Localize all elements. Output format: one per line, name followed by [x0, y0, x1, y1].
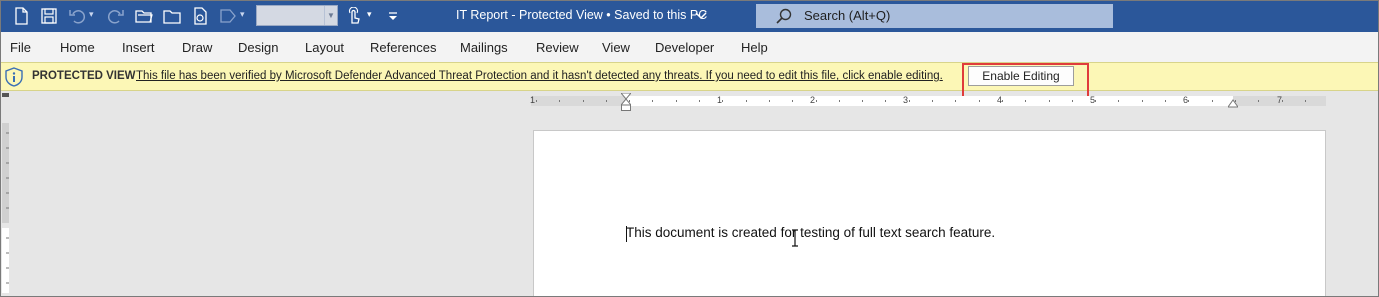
highlight-box	[962, 63, 1089, 98]
ruler-tick	[606, 100, 607, 102]
title-chevron-icon[interactable]	[695, 11, 707, 21]
indent-marker-icon[interactable]	[621, 93, 631, 111]
ruler-tick	[792, 100, 793, 102]
ruler-tick	[1142, 100, 1143, 102]
ruler-tick	[1305, 100, 1306, 102]
ruler-tick	[885, 100, 886, 102]
redo-icon[interactable]	[107, 7, 125, 25]
tab-draw[interactable]: Draw	[182, 40, 212, 55]
ruler-tick	[769, 100, 770, 102]
chevron-down-icon[interactable]: ▼	[324, 6, 337, 25]
ruler-tick	[746, 100, 747, 102]
search-icon	[776, 8, 792, 24]
ruler-tick	[1002, 100, 1003, 102]
protected-view-message[interactable]: This file has been verified by Microsoft…	[136, 70, 943, 82]
ruler-tick	[1165, 100, 1166, 102]
ruler-tick	[1049, 100, 1050, 102]
ruler-tick	[979, 100, 980, 102]
title-bar: ▾ ▾ ▼ ▾ IT Report - Protected View • Sav…	[1, 1, 1378, 32]
ruler-tick	[1072, 100, 1073, 102]
send-icon[interactable]	[219, 7, 237, 25]
ruler-tick	[1212, 100, 1213, 102]
send-dropdown-icon[interactable]: ▾	[240, 9, 245, 20]
ruler-tick	[1025, 100, 1026, 102]
ruler-label: 3	[903, 95, 909, 105]
tab-view[interactable]: View	[602, 40, 630, 55]
touch-dropdown-icon[interactable]: ▾	[367, 9, 372, 20]
undo-dropdown-icon[interactable]: ▾	[89, 9, 94, 20]
ruler-tick	[583, 100, 584, 102]
undo-icon[interactable]	[68, 7, 86, 25]
ruler-tick	[536, 100, 537, 102]
shield-info-icon	[5, 67, 23, 87]
vertical-ruler	[2, 93, 9, 293]
save-icon[interactable]	[40, 7, 58, 25]
ruler-tick	[1188, 100, 1189, 102]
tab-design[interactable]: Design	[238, 40, 278, 55]
touch-mode-icon[interactable]	[345, 7, 363, 25]
document-title: IT Report - Protected View • Saved to th…	[456, 8, 708, 22]
ruler-label: 2	[810, 95, 816, 105]
new-document-icon[interactable]	[12, 7, 30, 25]
ruler-tick	[722, 100, 723, 102]
tab-home[interactable]: Home	[60, 40, 95, 55]
ruler-tick	[839, 100, 840, 102]
folder-icon[interactable]	[163, 7, 181, 25]
ruler-tick	[652, 100, 653, 102]
tab-review[interactable]: Review	[536, 40, 579, 55]
font-name-box[interactable]: ▼	[256, 5, 338, 26]
ruler-tick	[1258, 100, 1259, 102]
search-placeholder: Search (Alt+Q)	[804, 8, 891, 23]
ruler-tick	[909, 100, 910, 102]
tab-insert[interactable]: Insert	[122, 40, 155, 55]
protected-view-bar: PROTECTED VIEW This file has been verifi…	[1, 62, 1378, 91]
tab-layout[interactable]: Layout	[305, 40, 344, 55]
ruler-tick	[862, 100, 863, 102]
document-page[interactable]	[533, 130, 1326, 296]
right-indent-marker-icon[interactable]	[1228, 98, 1238, 108]
ruler-tick	[932, 100, 933, 102]
ribbon-tabs: File Home Insert Draw Design Layout Refe…	[1, 32, 1378, 62]
ibeam-cursor-icon	[792, 229, 798, 247]
tab-references[interactable]: References	[370, 40, 436, 55]
ruler-tick	[1095, 100, 1096, 102]
ruler-tick	[559, 100, 560, 102]
ruler-tick	[955, 100, 956, 102]
ruler-tick	[699, 100, 700, 102]
tab-mailings[interactable]: Mailings	[460, 40, 508, 55]
tab-file[interactable]: File	[10, 40, 31, 55]
tab-developer[interactable]: Developer	[655, 40, 714, 55]
ruler-tick	[1282, 100, 1283, 102]
open-folder-icon[interactable]	[135, 7, 153, 25]
word-window: ▾ ▾ ▼ ▾ IT Report - Protected View • Sav…	[0, 0, 1379, 297]
print-preview-icon[interactable]	[191, 7, 209, 25]
customize-toolbar-icon[interactable]	[384, 7, 402, 25]
ruler-label: 1	[530, 95, 536, 105]
search-box[interactable]: Search (Alt+Q)	[756, 4, 1113, 28]
tab-help[interactable]: Help	[741, 40, 768, 55]
ruler-tick	[676, 100, 677, 102]
ruler-tick	[1118, 100, 1119, 102]
ruler-tick	[816, 100, 817, 102]
protected-view-title: PROTECTED VIEW	[32, 70, 136, 82]
document-text[interactable]: This document is created for testing of …	[626, 225, 995, 240]
